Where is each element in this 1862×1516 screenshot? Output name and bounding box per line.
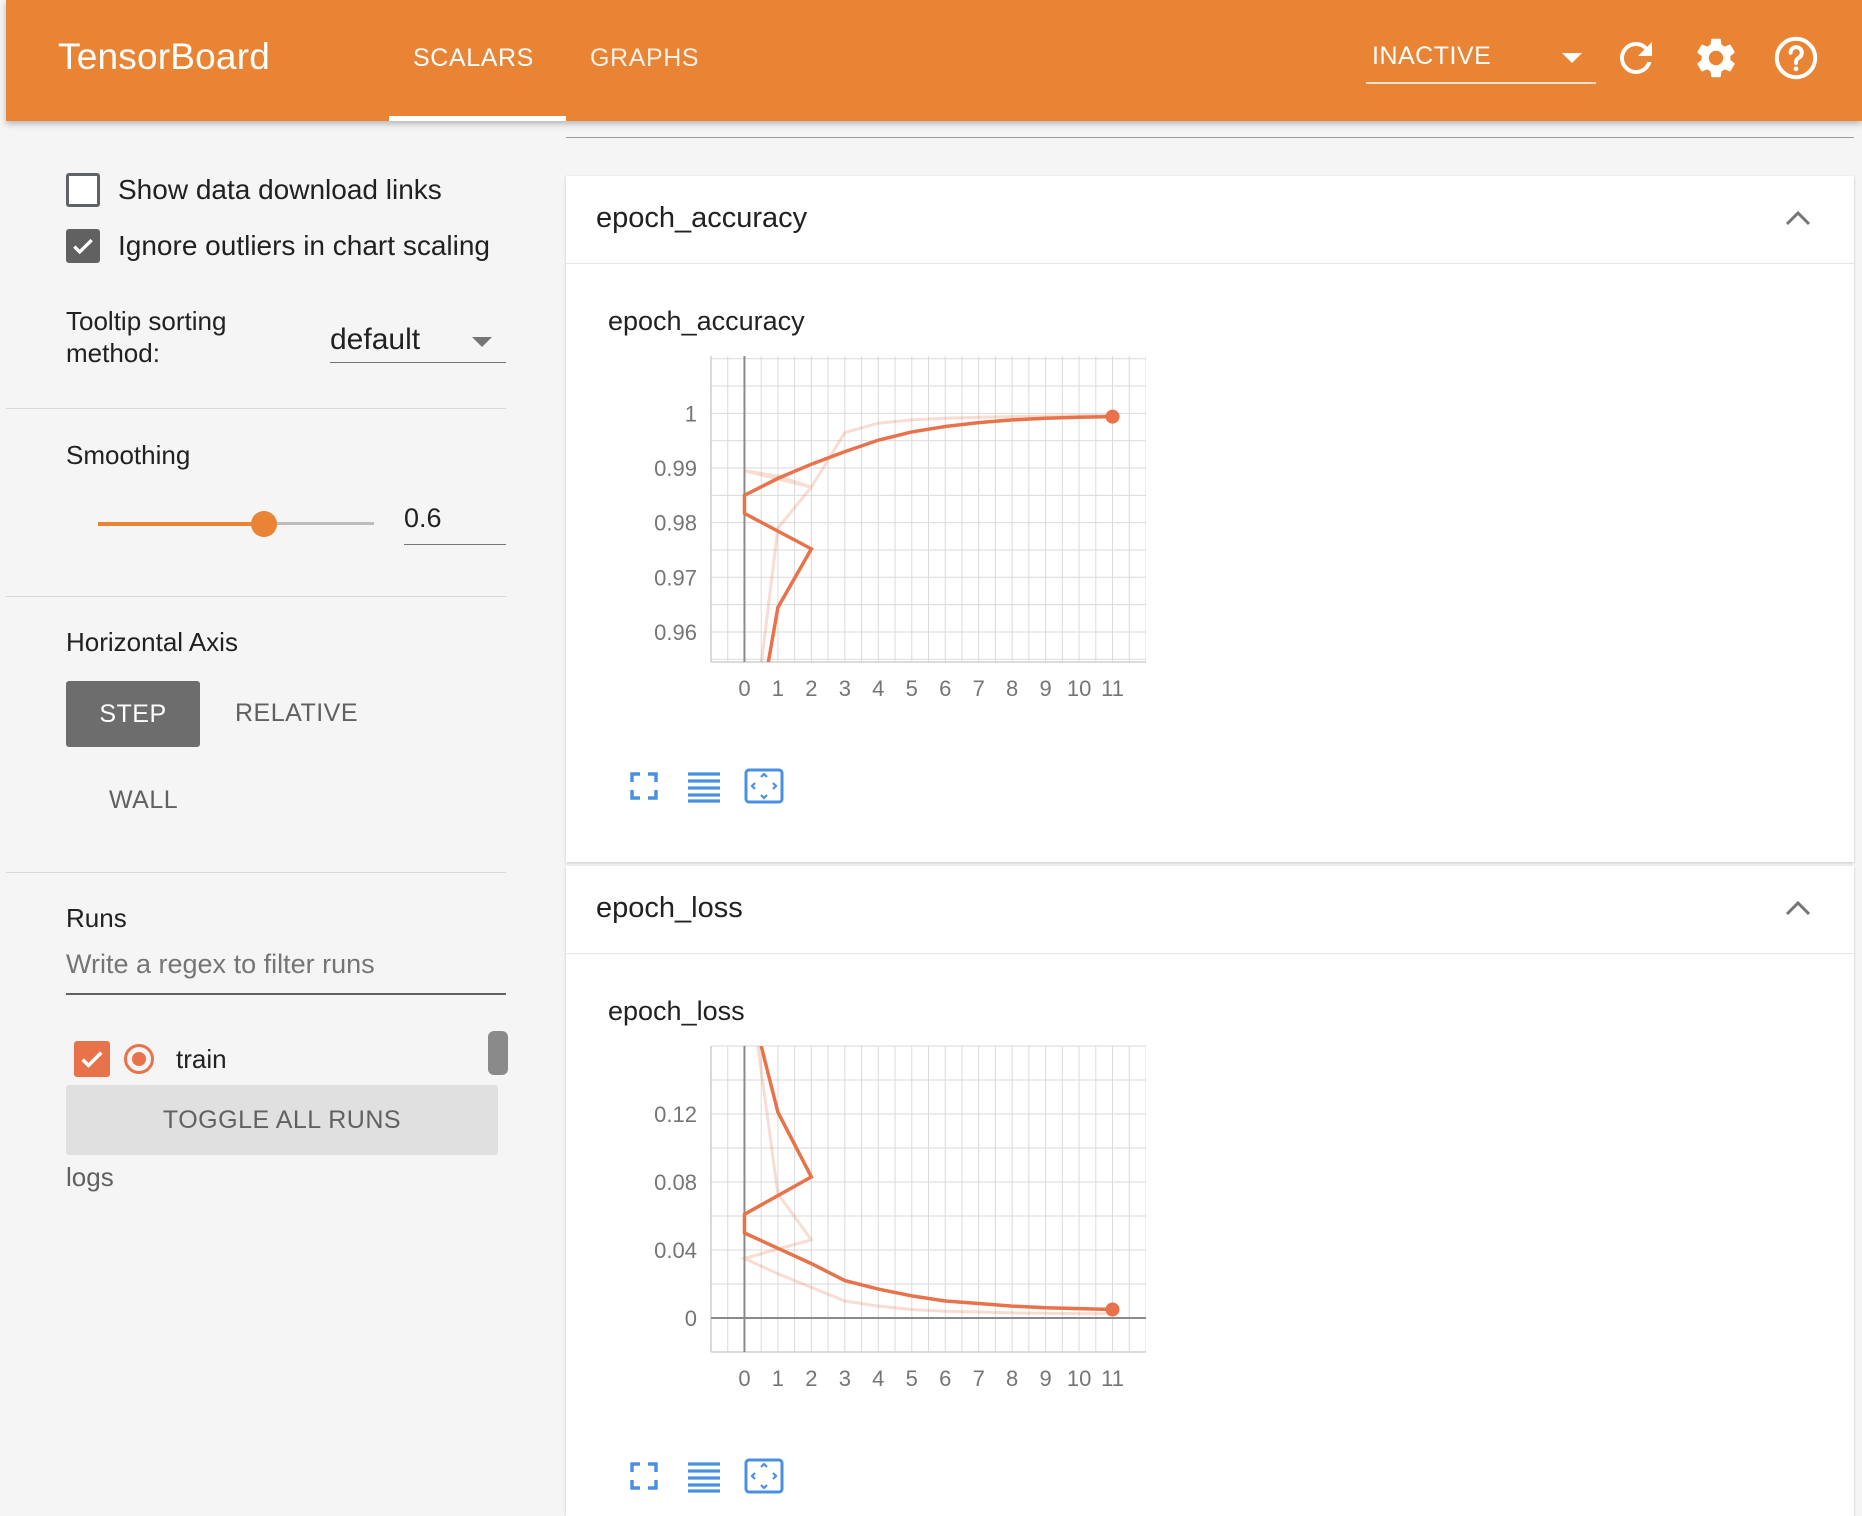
y-tick-label: 0.99	[654, 456, 697, 481]
y-tick-label: 0.12	[654, 1102, 697, 1127]
x-tick-label: 9	[1039, 1366, 1051, 1391]
show-download-links-checkbox[interactable]: Show data download links	[66, 170, 442, 210]
last-point-marker	[1105, 1302, 1120, 1317]
help-icon[interactable]	[1772, 34, 1820, 82]
runs-scrollbar[interactable]	[488, 1031, 508, 1075]
smoothing-slider-fill	[98, 522, 264, 526]
x-tick-label: 3	[839, 676, 851, 701]
y-tick-label: 0.96	[654, 620, 697, 645]
settings-gear-icon[interactable]	[1692, 34, 1740, 82]
y-tick-label: 0.04	[654, 1238, 697, 1263]
axis-relative-button[interactable]: RELATIVE	[235, 699, 358, 728]
tooltip-sorting-label: Tooltip sorting method:	[66, 306, 227, 368]
chevron-down-icon	[1562, 53, 1582, 63]
x-tick-label: 7	[973, 1366, 985, 1391]
x-tick-label: 0	[738, 676, 750, 701]
run-checkbox-checked-icon[interactable]	[74, 1041, 110, 1077]
y-tick-label: 1	[685, 401, 697, 426]
run-filter-input[interactable]: Write a regex to filter runs	[66, 943, 506, 995]
smoothing-value-input[interactable]: 0.6	[404, 493, 506, 545]
card-header[interactable]: epoch_loss	[566, 866, 1854, 954]
toggle-all-runs-button[interactable]: TOGGLE ALL RUNS	[66, 1085, 498, 1155]
axis-wall-button[interactable]: WALL	[109, 786, 178, 815]
x-tick-label: 11	[1101, 676, 1124, 701]
x-tick-label: 0	[738, 1366, 750, 1391]
app-title: TensorBoard	[58, 36, 270, 77]
ignore-outliers-label-wrap: Ignore outliers in chart scaling	[100, 230, 490, 262]
x-tick-label: 5	[906, 1366, 918, 1391]
y-tick-label: 0.98	[654, 511, 697, 536]
run-radio-selected-icon[interactable]	[124, 1044, 154, 1074]
data-table-icon[interactable]	[684, 766, 724, 806]
logdir-label: logs	[66, 1162, 114, 1192]
x-tick-label: 1	[772, 676, 784, 701]
axis-step-button[interactable]: STEP	[66, 681, 200, 747]
divider	[6, 408, 506, 409]
ignore-outliers-label: Ignore outliers in chart scaling	[118, 230, 490, 261]
y-tick-label: 0.08	[654, 1170, 697, 1195]
x-tick-label: 4	[872, 676, 884, 701]
x-tick-label: 5	[906, 676, 918, 701]
sidebar: Show data download links Ignore outliers…	[6, 121, 508, 1516]
plugin-select-value: INACTIVE	[1372, 42, 1492, 70]
chart-epoch-accuracy[interactable]: 0.960.970.980.9910 1 2 3 4 5 6 7 8 9 10 11	[626, 346, 1146, 756]
y-tick-label: 0.97	[654, 565, 697, 590]
fit-domain-icon[interactable]	[744, 1456, 784, 1496]
x-tick-label: 7	[973, 676, 985, 701]
active-tab-indicator	[389, 116, 566, 121]
chevron-down-icon	[472, 337, 492, 347]
divider	[6, 596, 506, 597]
top-app-bar: TensorBoard SCALARS GRAPHS INACTIVE	[6, 0, 1862, 121]
card-epoch-accuracy: epoch_accuracy epoch_accuracy 0.96 0.97 0.…	[566, 176, 1854, 862]
x-tick-label: 2	[805, 676, 817, 701]
x-tick-label: 4	[872, 1366, 884, 1391]
chevron-up-icon[interactable]	[1784, 208, 1812, 228]
x-tick-label: 9	[1039, 676, 1051, 701]
plugin-select-dropdown[interactable]: INACTIVE	[1366, 40, 1596, 84]
card-epoch-loss: epoch_loss epoch_loss 0 0.04 0.08 0.12 0 1 2 3 4…	[566, 866, 1854, 1516]
show-download-links-label: Show data download links	[118, 174, 442, 205]
run-item-train[interactable]: train	[74, 1039, 227, 1079]
runs-label: Runs	[66, 903, 127, 933]
x-tick-label: 2	[805, 1366, 817, 1391]
tab-scalars[interactable]: SCALARS	[413, 44, 534, 73]
last-point-marker	[1105, 409, 1120, 424]
card-title: epoch_accuracy	[596, 202, 808, 234]
divider	[6, 872, 506, 873]
x-tick-label: 11	[1101, 1366, 1124, 1391]
y-tick-label: 0	[685, 1306, 697, 1331]
card-title: epoch_loss	[596, 892, 743, 924]
chevron-up-icon[interactable]	[1784, 898, 1812, 918]
chart-title: epoch_accuracy	[608, 306, 805, 336]
smoothing-label: Smoothing	[66, 440, 191, 470]
chart-epoch-loss[interactable]: 00.040.080.120 1 2 3 4 5 6 7 8 9 10 11	[626, 1036, 1146, 1446]
ignore-outliers-checkbox[interactable]: Ignore outliers in chart scaling	[66, 226, 490, 266]
x-tick-label: 3	[839, 1366, 851, 1391]
x-tick-label: 1	[772, 1366, 784, 1391]
tag-filter-underline[interactable]	[566, 137, 1854, 138]
x-tick-label: 6	[939, 676, 951, 701]
smoothing-slider-knob[interactable]	[251, 511, 277, 537]
chart-title: epoch_loss	[608, 996, 745, 1026]
x-tick-label: 10	[1067, 1366, 1091, 1391]
fit-domain-icon[interactable]	[744, 766, 784, 806]
x-tick-label: 10	[1067, 676, 1091, 701]
tooltip-sorting-select[interactable]: default	[330, 311, 506, 363]
checkbox-checked-icon	[66, 229, 100, 263]
x-tick-label: 6	[939, 1366, 951, 1391]
x-tick-label: 8	[1006, 676, 1018, 701]
horizontal-axis-label: Horizontal Axis	[66, 627, 238, 657]
card-header[interactable]: epoch_accuracy	[566, 176, 1854, 264]
x-tick-label: 8	[1006, 1366, 1018, 1391]
tooltip-sorting-value: default	[330, 323, 421, 356]
tab-graphs[interactable]: GRAPHS	[590, 44, 699, 73]
checkbox-unchecked-icon	[66, 173, 100, 207]
fullscreen-icon[interactable]	[624, 766, 664, 806]
run-name: train	[176, 1043, 227, 1074]
reload-icon[interactable]	[1612, 34, 1660, 82]
data-table-icon[interactable]	[684, 1456, 724, 1496]
fullscreen-icon[interactable]	[624, 1456, 664, 1496]
